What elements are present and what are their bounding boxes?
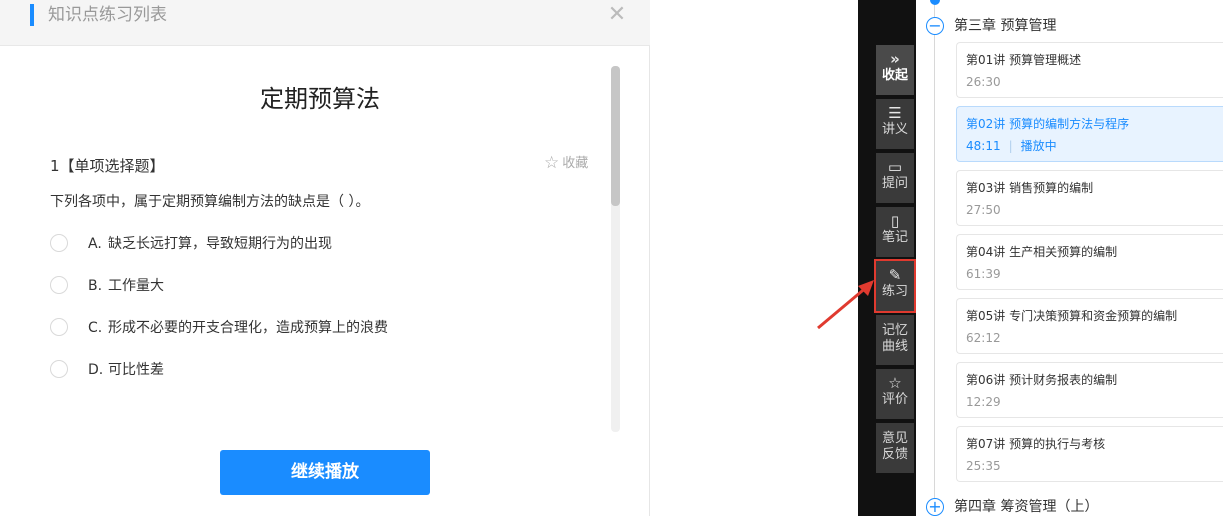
panel-title: 知识点练习列表 (48, 5, 167, 25)
double-chevron-icon: » (890, 50, 900, 68)
question-text: 下列各项中，属于定期预算编制方法的缺点是（ ）。 (50, 194, 370, 210)
chat-icon: ▭ (887, 158, 903, 176)
option-text: 形成不必要的开支合理化，造成预算上的浪费 (108, 320, 388, 336)
option-letter: D. (88, 362, 104, 378)
option-letter: C. (88, 320, 103, 336)
red-arrow-icon (817, 280, 874, 330)
close-button[interactable]: ✕ (606, 4, 628, 26)
lesson-item-active[interactable]: 第02讲 预算的编制方法与程序 48:11 | 播放中 (956, 106, 1223, 162)
lesson-duration-status: 48:11 | 播放中 (966, 138, 1057, 154)
lesson-item[interactable]: 第05讲 专门决策预算和资金预算的编制 62:12 (956, 298, 1223, 354)
tool-label: 提问 (881, 176, 908, 191)
feedback-button[interactable]: 意见反馈 (876, 423, 914, 473)
star-icon: ☆ (888, 374, 902, 392)
tool-label: 讲义 (881, 122, 908, 137)
tool-label: 意见反馈 (881, 431, 908, 462)
continue-playing-button[interactable]: 继续播放 (220, 450, 430, 495)
practice-panel: 知识点练习列表 ✕ 定期预算法 1【单项选择题】 ☆ 收藏 下列各项中，属于定期预… (0, 0, 650, 516)
star-icon: ☆ (544, 153, 560, 173)
notebook-icon: ▯ (890, 212, 900, 230)
expand-icon[interactable]: + (926, 498, 944, 516)
lesson-item[interactable]: 第06讲 预计财务报表的编制 12:29 (956, 362, 1223, 418)
lesson-title: 第01讲 预算管理概述 (966, 53, 1082, 67)
rating-button[interactable]: ☆ 评价 (876, 369, 914, 419)
notes-button[interactable]: ▯ 笔记 (876, 207, 914, 257)
handout-button[interactable]: ☰ 讲义 (876, 99, 914, 149)
lesson-duration: 27:50 (966, 203, 1001, 217)
panel-header: 知识点练习列表 ✕ (0, 0, 650, 46)
memory-curve-button[interactable]: 记忆曲线 (876, 315, 914, 365)
radio-button[interactable] (50, 276, 68, 294)
radio-button[interactable] (50, 360, 68, 378)
radio-button[interactable] (50, 318, 68, 336)
lesson-duration: 61:39 (966, 267, 1001, 281)
lesson-duration: 48:11 (966, 139, 1001, 153)
lesson-duration: 25:35 (966, 459, 1001, 473)
lesson-item[interactable]: 第01讲 预算管理概述 26:30 (956, 42, 1223, 98)
lesson-title: 第05讲 专门决策预算和资金预算的编制 (966, 309, 1178, 323)
lesson-duration: 12:29 (966, 395, 1001, 409)
lesson-item[interactable]: 第03讲 销售预算的编制 27:50 (956, 170, 1223, 226)
lesson-title: 第07讲 预算的执行与考核 (966, 437, 1106, 451)
lesson-title: 第04讲 生产相关预算的编制 (966, 245, 1118, 259)
title-accent-bar (30, 4, 34, 26)
quiz-title: 定期预算法 (260, 85, 380, 113)
question-scroll-area[interactable]: 定期预算法 1【单项选择题】 ☆ 收藏 下列各项中，属于定期预算编制方法的缺点是（… (0, 46, 650, 430)
scrollbar-thumb[interactable] (611, 66, 620, 206)
edit-icon: ✎ (888, 266, 902, 284)
tool-label: 练习 (881, 284, 908, 299)
lesson-item[interactable]: 第07讲 预算的执行与考核 25:35 (956, 426, 1223, 482)
tool-label: 记忆曲线 (881, 323, 908, 354)
chapter-title: 第四章 筹资管理（上） (954, 499, 1099, 515)
timeline-line (934, 0, 935, 516)
option-text: 缺乏长远打算，导致短期行为的出现 (108, 236, 332, 252)
tool-label: 收起 (881, 68, 908, 83)
ask-question-button[interactable]: ▭ 提问 (876, 153, 914, 203)
tool-label: 评价 (881, 392, 908, 407)
separator: | (1008, 139, 1013, 153)
option-letter: A. (88, 236, 102, 252)
favorite-label: 收藏 (562, 156, 589, 171)
collapse-button[interactable]: » 收起 (876, 45, 914, 95)
question-number: 1【单项选择题】 (50, 157, 165, 175)
chapter-title: 第三章 预算管理 (954, 18, 1057, 34)
radio-button[interactable] (50, 234, 68, 252)
list-icon: ☰ (888, 104, 902, 122)
option-text: 工作量大 (108, 278, 164, 294)
lesson-title: 第03讲 销售预算的编制 (966, 181, 1094, 195)
option-text: 可比性差 (108, 362, 164, 378)
lesson-duration: 26:30 (966, 75, 1001, 89)
favorite-button[interactable]: ☆ 收藏 (544, 153, 588, 174)
lesson-title: 第02讲 预算的编制方法与程序 (966, 117, 1130, 131)
lesson-duration: 62:12 (966, 331, 1001, 345)
practice-button[interactable]: ✎ 练习 (874, 259, 916, 313)
collapse-icon[interactable]: − (926, 17, 944, 35)
lesson-item[interactable]: 第04讲 生产相关预算的编制 61:39 (956, 234, 1223, 290)
tool-label: 笔记 (881, 230, 908, 245)
scrollbar[interactable] (611, 66, 620, 432)
lesson-title: 第06讲 预计财务报表的编制 (966, 373, 1118, 387)
option-letter: B. (88, 278, 103, 294)
playing-status: 播放中 (1020, 139, 1057, 153)
